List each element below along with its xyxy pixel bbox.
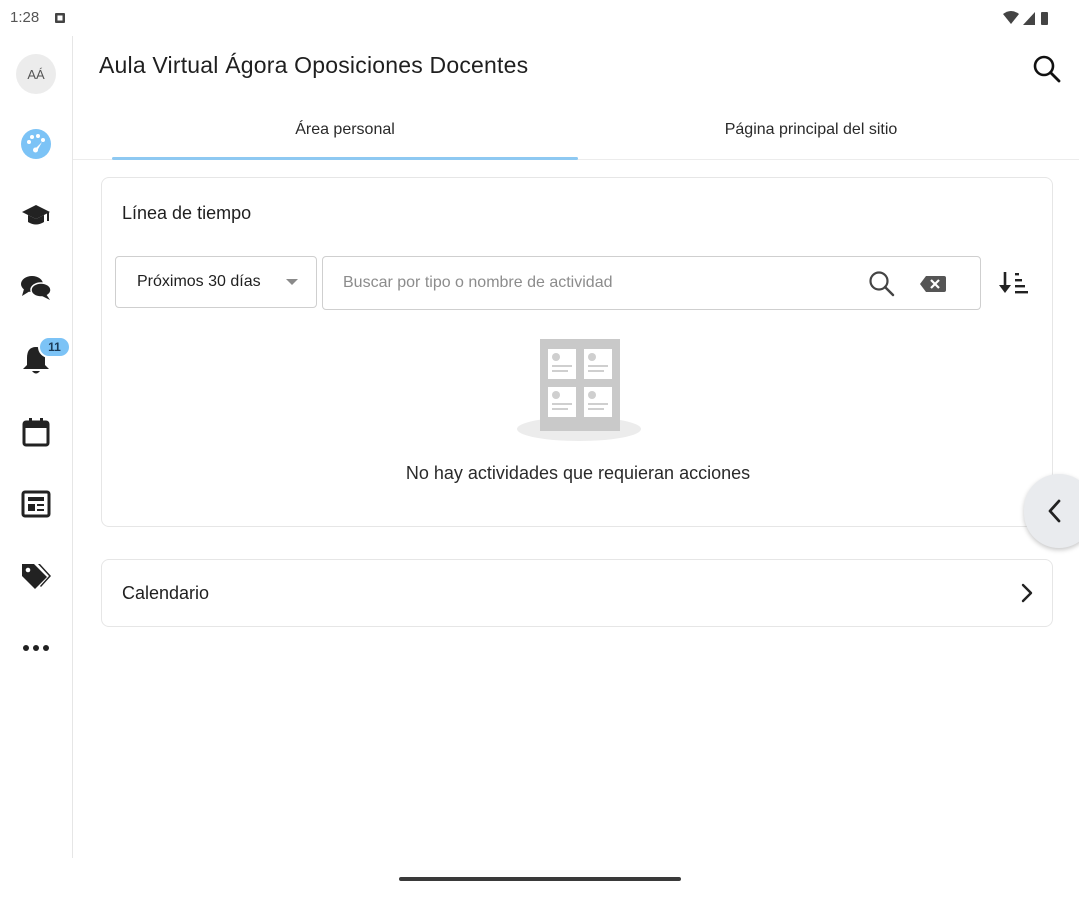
empty-state-message: No hay actividades que requieran accione… [405, 463, 751, 483]
rail-item-dashboard[interactable] [12, 120, 60, 168]
open-side-panel-button[interactable] [1024, 474, 1079, 548]
rail-item-calendar[interactable] [12, 408, 60, 456]
calendar-card[interactable]: Calendario [101, 559, 1053, 627]
status-bar: 1:28 [0, 0, 1079, 36]
search-icon[interactable] [865, 267, 899, 301]
sim-icon [55, 13, 65, 23]
tab-pagina-principal[interactable]: Página principal del sitio [578, 100, 1044, 160]
side-rail: AÁ 11 [0, 36, 73, 858]
rail-item-courses[interactable] [12, 192, 60, 240]
empty-activities-illustration [517, 339, 641, 441]
timeline-filter-select[interactable]: Próximos 30 días [115, 256, 317, 308]
user-avatar[interactable]: AÁ [16, 54, 56, 94]
gesture-nav-handle[interactable] [399, 877, 681, 881]
tags-icon [22, 564, 51, 589]
backspace-clear-icon[interactable] [917, 269, 949, 299]
tab-area-personal[interactable]: Área personal [112, 100, 578, 160]
status-time: 1:28 [10, 9, 40, 26]
rail-item-more[interactable] [12, 624, 60, 672]
calendar-card-label: Calendario [122, 583, 210, 603]
chevron-right-icon [1021, 583, 1033, 603]
rail-item-messages[interactable] [12, 264, 60, 312]
activity-search-input[interactable] [343, 257, 843, 309]
chevron-left-icon [1048, 499, 1061, 523]
more-dots-icon [23, 645, 49, 651]
notifications-badge: 11 [38, 336, 71, 358]
calendar-icon [22, 418, 50, 447]
wifi-signal-battery-icon [1003, 11, 1048, 25]
rail-item-news[interactable] [12, 480, 60, 528]
filter-selected-value: Próximos 30 días [137, 273, 261, 290]
caret-down-icon [286, 279, 298, 285]
tab-indicator [112, 157, 578, 160]
search-icon[interactable] [1028, 50, 1066, 88]
activity-search-box [322, 256, 981, 310]
sort-icon[interactable] [995, 264, 1033, 302]
timeline-title: Línea de tiempo [122, 203, 252, 223]
rail-item-tags[interactable] [12, 552, 60, 600]
page-title: Aula Virtual Ágora Oposiciones Docentes [99, 52, 529, 78]
tab-bar: Área personal Página principal del sitio [73, 100, 1079, 160]
newspaper-icon [21, 490, 51, 518]
timeline-card: Línea de tiempo Próximos 30 días Buscar … [101, 177, 1053, 527]
graduation-cap-icon [22, 205, 50, 225]
chat-bubbles-icon [21, 276, 52, 300]
speedometer-icon [21, 129, 51, 159]
